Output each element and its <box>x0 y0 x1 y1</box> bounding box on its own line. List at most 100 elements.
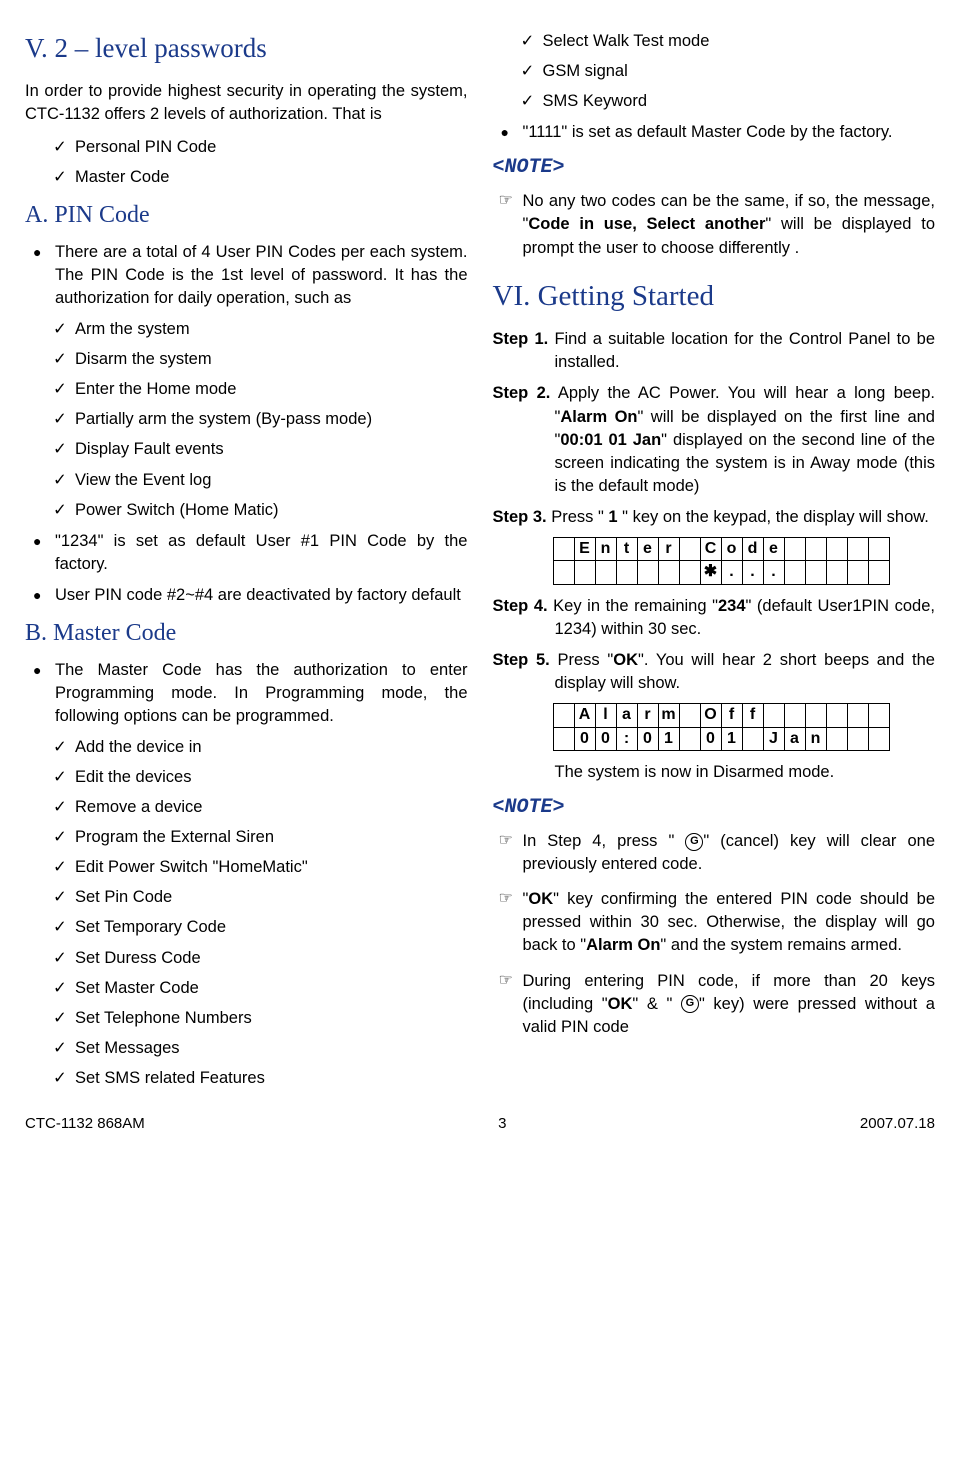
note-item: During entering PIN code, if more than 2… <box>523 970 936 1039</box>
para-b: The Master Code has the authorization to… <box>55 659 468 728</box>
lcd-cell: 1 <box>658 727 679 750</box>
lcd-cell: 0 <box>574 727 595 750</box>
top-check-list: Select Walk Test mode GSM signal SMS Key… <box>493 30 936 113</box>
lcd-cell <box>616 561 637 584</box>
lcd-cell <box>847 704 868 727</box>
b-check-list: Add the device in Edit the devices Remov… <box>25 736 468 1090</box>
list-item: Set SMS related Features <box>75 1067 468 1090</box>
lcd-cell: 0 <box>637 727 658 750</box>
list-item: GSM signal <box>543 60 936 83</box>
lcd-cell: A <box>574 704 595 727</box>
lcd-cell: t <box>616 538 637 561</box>
lcd-cell <box>637 561 658 584</box>
lcd-cell: : <box>616 727 637 750</box>
lcd-cell <box>847 727 868 750</box>
a-check-list: Arm the system Disarm the system Enter t… <box>25 318 468 522</box>
note-item: In Step 4, press " G" (cancel) key will … <box>523 830 936 876</box>
lcd-cell: e <box>763 538 784 561</box>
list-item: User PIN code #2~#4 are deactivated by f… <box>55 584 468 607</box>
list-item: Personal PIN Code <box>75 136 468 159</box>
intro-check-list: Personal PIN Code Master Code <box>25 136 468 189</box>
lcd-display-2: AlarmOff 00:0101Jan <box>553 703 890 751</box>
lcd-cell <box>679 727 700 750</box>
cancel-key-icon: G <box>685 833 703 851</box>
disarmed-text: The system is now in Disarmed mode. <box>493 761 936 784</box>
lcd-cell: o <box>721 538 742 561</box>
lcd-cell <box>553 561 574 584</box>
list-item: Power Switch (Home Matic) <box>75 499 468 522</box>
list-item: Set Messages <box>75 1037 468 1060</box>
lcd-cell: 1 <box>721 727 742 750</box>
footer-left: CTC-1132 868AM <box>25 1113 145 1134</box>
list-item: Edit the devices <box>75 766 468 789</box>
step-2: Step 2. Apply the AC Power. You will hea… <box>493 382 936 497</box>
list-item: Remove a device <box>75 796 468 819</box>
lcd-cell <box>679 704 700 727</box>
lcd-cell <box>658 561 679 584</box>
lcd-cell <box>679 561 700 584</box>
step-5: Step 5. Press "OK". You will hear 2 shor… <box>493 649 936 695</box>
top-bullet: "1111" is set as default Master Code by … <box>523 121 936 144</box>
page-footer: CTC-1132 868AM 3 2007.07.18 <box>25 1113 935 1134</box>
list-item: SMS Keyword <box>543 90 936 113</box>
lcd-cell <box>826 538 847 561</box>
list-item: Disarm the system <box>75 348 468 371</box>
list-item: Arm the system <box>75 318 468 341</box>
lcd-cell <box>826 727 847 750</box>
list-item: "1234" is set as default User #1 PIN Cod… <box>55 530 468 576</box>
note-item: "OK" key confirming the entered PIN code… <box>523 888 936 957</box>
lcd-cell <box>742 727 763 750</box>
lcd-cell <box>784 704 805 727</box>
lcd-cell: d <box>742 538 763 561</box>
lcd-cell: . <box>721 561 742 584</box>
list-item: Select Walk Test mode <box>543 30 936 53</box>
list-item: View the Event log <box>75 469 468 492</box>
lcd-cell: f <box>742 704 763 727</box>
lcd-cell: a <box>784 727 805 750</box>
lcd-cell: e <box>637 538 658 561</box>
lcd-cell: l <box>595 704 616 727</box>
lcd-cell <box>805 704 826 727</box>
lcd-cell: n <box>805 727 826 750</box>
lcd-cell <box>868 538 889 561</box>
heading-b: B. Master Code <box>25 617 468 651</box>
list-item: Program the External Siren <box>75 826 468 849</box>
intro-paragraph: In order to provide highest security in … <box>25 80 468 126</box>
para-a: There are a total of 4 User PIN Codes pe… <box>55 241 468 310</box>
lcd-cell <box>784 538 805 561</box>
lcd-cell <box>805 538 826 561</box>
left-column: V. 2 – level passwords In order to provi… <box>25 30 468 1098</box>
lcd-cell <box>826 561 847 584</box>
lcd-cell <box>847 561 868 584</box>
heading-vi: VI. Getting Started <box>493 276 936 317</box>
lcd-cell: C <box>700 538 721 561</box>
footer-date: 2007.07.18 <box>860 1113 935 1134</box>
lcd-display-1: EnterCode ✱... <box>553 537 890 585</box>
cancel-key-icon: G <box>681 995 699 1013</box>
step-1: Step 1. Find a suitable location for the… <box>493 328 936 374</box>
lcd-cell <box>553 727 574 750</box>
list-item: Set Telephone Numbers <box>75 1007 468 1030</box>
list-item: Set Temporary Code <box>75 916 468 939</box>
lcd-cell: m <box>658 704 679 727</box>
heading-a: A. PIN Code <box>25 199 468 233</box>
list-item: Master Code <box>75 166 468 189</box>
lcd-cell: J <box>763 727 784 750</box>
lcd-cell: n <box>595 538 616 561</box>
a-bullets: "1234" is set as default User #1 PIN Cod… <box>25 530 468 607</box>
list-item: Enter the Home mode <box>75 378 468 401</box>
footer-page-number: 3 <box>498 1113 506 1134</box>
list-item: Set Duress Code <box>75 947 468 970</box>
lcd-cell <box>763 704 784 727</box>
lcd-cell: a <box>616 704 637 727</box>
list-item: Add the device in <box>75 736 468 759</box>
lcd-cell <box>868 704 889 727</box>
list-item: Partially arm the system (By-pass mode) <box>75 408 468 431</box>
right-column: Select Walk Test mode GSM signal SMS Key… <box>493 30 936 1098</box>
lcd-cell <box>553 538 574 561</box>
note-item: No any two codes can be the same, if so,… <box>523 190 936 259</box>
lcd-cell: r <box>637 704 658 727</box>
list-item: Set Pin Code <box>75 886 468 909</box>
list-item: Set Master Code <box>75 977 468 1000</box>
lcd-cell: . <box>742 561 763 584</box>
